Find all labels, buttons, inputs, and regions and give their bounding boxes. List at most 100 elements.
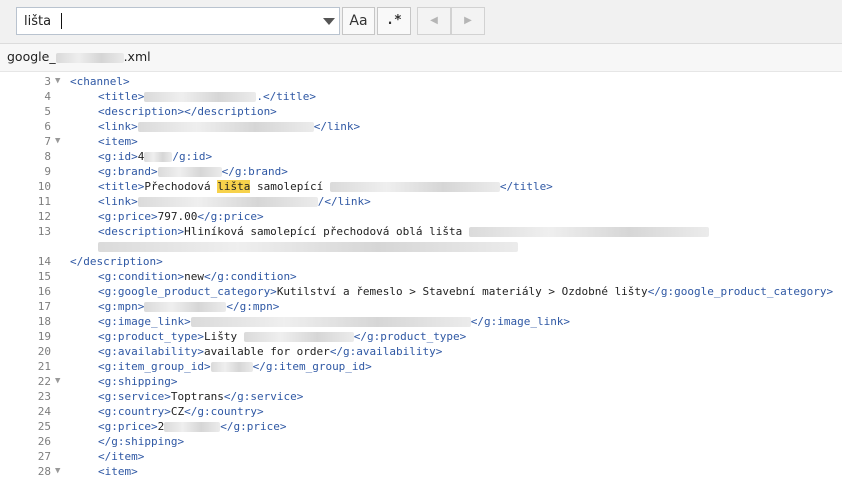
xml-tag: <g:brand> xyxy=(98,165,158,178)
code-text: <g:product_type>Lišty </g:product_type> xyxy=(98,329,466,344)
xml-tag: <g:id> xyxy=(98,150,138,163)
previous-match-button[interactable]: ◀ xyxy=(417,7,451,35)
xml-tag: </g:availability> xyxy=(329,345,443,358)
xml-tag: </item> xyxy=(98,450,145,463)
xml-text: Lišty xyxy=(203,330,244,343)
code-text: <item> xyxy=(98,134,138,149)
xml-tag: <title> xyxy=(98,180,145,193)
line-number: 22 xyxy=(37,375,51,388)
code-text: <g:mpn> </g:mpn> xyxy=(98,299,279,314)
file-name-prefix: google_ xyxy=(7,49,56,64)
fold-arrow-icon[interactable]: ▼ xyxy=(55,374,60,389)
line-number: 14 xyxy=(37,255,51,268)
code-line: 17 <g:mpn> </g:mpn> xyxy=(0,299,842,314)
redacted-block xyxy=(329,182,500,192)
code-line: 20 <g:availability>available for order</g… xyxy=(0,344,842,359)
xml-tag: <channel> xyxy=(70,75,130,88)
xml-tag: </g:shipping> xyxy=(98,435,185,448)
xml-tag: </g:image_link> xyxy=(470,315,571,328)
xml-tag: </link> xyxy=(313,120,361,133)
xml-tag: </g:price> xyxy=(197,210,264,223)
xml-text: Hliníková samolepící přechodová oblá liš… xyxy=(184,225,469,238)
file-tab-bar: google_ .xml xyxy=(0,44,842,72)
redacted-block xyxy=(98,242,518,252)
line-number: 21 xyxy=(37,360,51,373)
xml-text: Toptrans xyxy=(170,390,224,403)
code-line: 28 ▼ <item> xyxy=(0,464,842,479)
line-number: 3 xyxy=(44,75,51,88)
code-text: </g:shipping> xyxy=(98,434,184,449)
code-text: <channel> xyxy=(70,74,130,89)
code-line: 4 <title> .</title> xyxy=(0,89,842,104)
xml-tag: <item> xyxy=(98,135,138,148)
xml-text: Přechodová xyxy=(144,180,218,193)
code-editor[interactable]: 3 ▼ <channel> 4 <title> .</title> 5 <descriptio… xyxy=(0,72,842,484)
code-text: </item> xyxy=(98,449,144,464)
redacted-block xyxy=(144,302,227,312)
code-text: <item> xyxy=(98,464,138,479)
code-line: 10 <title>Přechodová lišta samolepící </t… xyxy=(0,179,842,194)
file-tab[interactable]: google_ .xml xyxy=(7,49,151,64)
xml-tag: <g:service> xyxy=(98,390,171,403)
code-text: <link> /</link> xyxy=(98,194,371,209)
line-number: 12 xyxy=(37,210,51,223)
code-text: <g:country>CZ</g:country> xyxy=(98,404,264,419)
xml-tag: <g:product_type> xyxy=(98,330,204,343)
line-number: 24 xyxy=(37,405,51,418)
xml-tag: <g:item_group_id> xyxy=(98,360,211,373)
code-text: <g:image_link> </g:image_link> xyxy=(98,314,570,329)
xml-tag: </g:price> xyxy=(220,420,287,433)
code-text: <g:service>Toptrans</g:service> xyxy=(98,389,303,404)
code-line: 6 <link> </link> xyxy=(0,119,842,134)
next-match-button[interactable]: ▶ xyxy=(451,7,485,35)
code-line: 26 </g:shipping> xyxy=(0,434,842,449)
line-number: 6 xyxy=(44,120,51,133)
redacted-block xyxy=(164,422,221,432)
redacted-block xyxy=(190,317,471,327)
code-text: <g:brand> </g:brand> xyxy=(98,164,288,179)
line-number: 28 xyxy=(37,465,51,478)
xml-tag: <g:google_product_category> xyxy=(98,285,277,298)
code-text: <g:price>797.00</g:price> xyxy=(98,209,264,224)
code-line: 19 <g:product_type>Lišty </g:product_type… xyxy=(0,329,842,344)
xml-tag: </g:product_type> xyxy=(353,330,467,343)
redacted-block xyxy=(144,152,173,162)
chevron-down-icon[interactable] xyxy=(323,18,335,25)
fold-arrow-icon[interactable]: ▼ xyxy=(55,74,60,89)
xml-tag: .</title> xyxy=(256,90,316,103)
line-number: 10 xyxy=(37,180,51,193)
search-input[interactable] xyxy=(17,8,317,34)
code-line: 12 <g:price>797.00</g:price> xyxy=(0,209,842,224)
xml-tag: <g:price> xyxy=(98,420,158,433)
xml-tag: </g:condition> xyxy=(203,270,297,283)
redacted-block xyxy=(210,362,253,372)
fold-arrow-icon[interactable]: ▼ xyxy=(55,134,60,149)
code-text: <title>Přechodová lišta samolepící </tit… xyxy=(98,179,553,194)
line-number: 13 xyxy=(37,225,51,238)
search-box[interactable] xyxy=(16,7,340,35)
code-text: </description> xyxy=(70,254,163,269)
file-name-suffix: .xml xyxy=(123,49,151,64)
xml-text: samolepící xyxy=(250,180,330,193)
xml-text: 4 xyxy=(137,150,145,163)
match-case-button[interactable]: Aa xyxy=(342,7,375,35)
fold-arrow-icon[interactable]: ▼ xyxy=(55,464,60,479)
xml-tag: </g:item_group_id> xyxy=(252,360,372,373)
code-text: <g:google_product_category>Kutilství a ř… xyxy=(98,284,833,299)
xml-tag: /</link> xyxy=(317,195,371,208)
xml-tag: <title> xyxy=(98,90,145,103)
code-text: <g:availability>available for order</g:a… xyxy=(98,344,442,359)
xml-tag: </g:mpn> xyxy=(226,300,280,313)
xml-tag: <g:country> xyxy=(98,405,171,418)
xml-tag: <g:shipping> xyxy=(98,375,178,388)
code-line xyxy=(0,239,842,254)
xml-tag: <g:mpn> xyxy=(98,300,145,313)
redacted-block xyxy=(243,332,354,342)
redacted-block xyxy=(137,197,318,207)
xml-tag: </g:service> xyxy=(223,390,304,403)
code-line: 13 <description>Hliníková samolepící přec… xyxy=(0,224,842,239)
line-number: 4 xyxy=(44,90,51,103)
xml-tag: </g:google_product_category> xyxy=(647,285,834,298)
code-line: 9 <g:brand> </g:brand> xyxy=(0,164,842,179)
regex-button[interactable]: .* xyxy=(377,7,411,35)
